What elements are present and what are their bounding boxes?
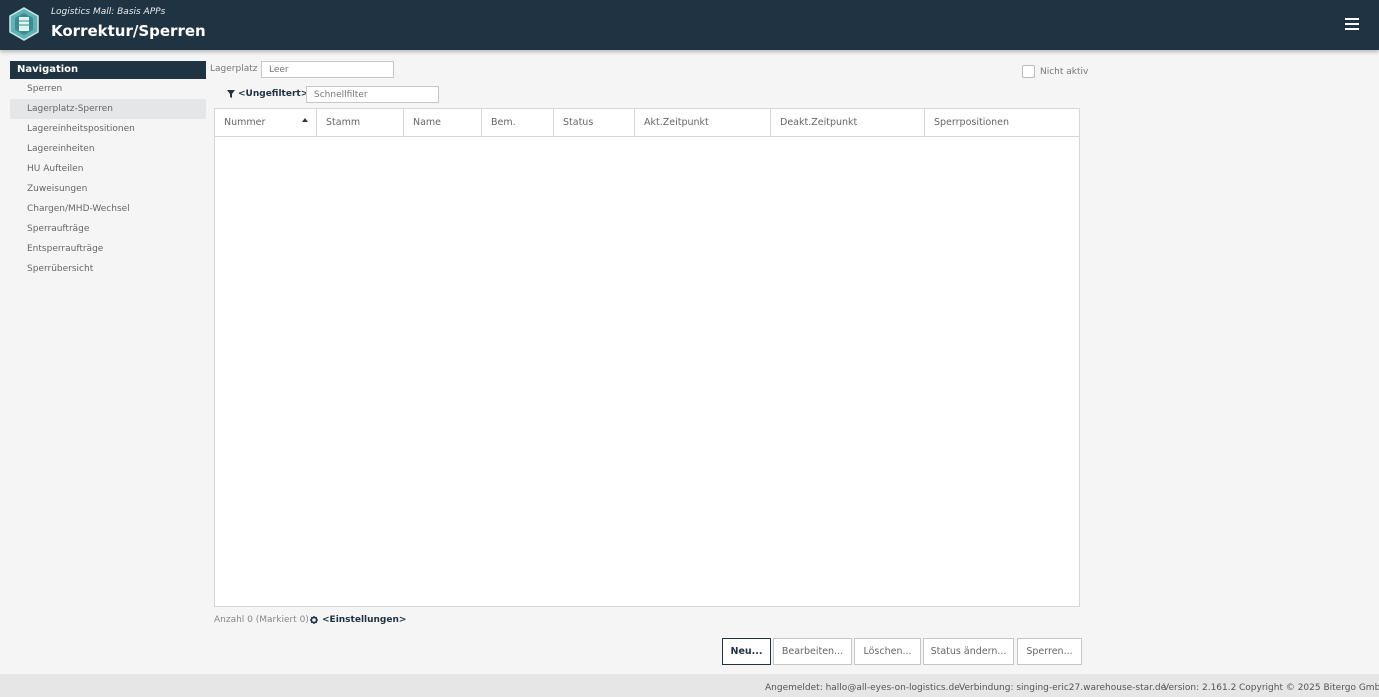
column-label: Status <box>563 117 594 128</box>
grid-header-row: Nummer Stamm Name Bem. Status Akt.Zeitpu… <box>215 109 1079 137</box>
footer-version: Version: 2.161.2 <box>1163 683 1237 693</box>
edit-button[interactable]: Bearbeiten... <box>773 638 852 665</box>
lock-button[interactable]: Sperren... <box>1017 638 1082 665</box>
app-header: Logistics Mall: Basis APPs Korrektur/Spe… <box>0 0 1379 50</box>
footer-copyright: Copyright © 2025 Bitergo GmbH <box>1239 683 1379 693</box>
column-header-nummer[interactable]: Nummer <box>215 109 317 136</box>
column-header-sperrpositionen[interactable]: Sperrpositionen <box>925 109 1079 136</box>
hamburger-menu-icon[interactable] <box>1345 18 1359 30</box>
record-count: Anzahl 0 (Markiert 0) <box>214 615 309 625</box>
nav-item-sperrauftraege[interactable]: Sperraufträge <box>10 219 206 239</box>
sidebar-navigation: Navigation Sperren Lagerplatz-Sperren La… <box>10 61 206 279</box>
new-button[interactable]: Neu... <box>722 638 771 665</box>
lagerplatz-label: Lagerplatz <box>210 64 258 74</box>
app-logo-icon <box>9 7 39 41</box>
footer-logged-in-user: Angemeldet: hallo@all-eyes-on-logistics.… <box>765 683 960 693</box>
column-header-bem[interactable]: Bem. <box>482 109 554 136</box>
footer-connection: Verbindung: singing-eric27.warehouse-sta… <box>959 683 1167 693</box>
delete-button[interactable]: Löschen... <box>854 638 921 665</box>
nav-item-lagereinheiten[interactable]: Lagereinheiten <box>10 139 206 159</box>
column-label: Deakt.Zeitpunkt <box>780 117 858 128</box>
data-grid: Nummer Stamm Name Bem. Status Akt.Zeitpu… <box>214 108 1080 607</box>
column-header-stamm[interactable]: Stamm <box>317 109 404 136</box>
grid-body <box>215 137 1079 607</box>
nav-item-sperruebersicht[interactable]: Sperrübersicht <box>10 259 206 279</box>
change-status-button[interactable]: Status ändern... <box>923 638 1014 665</box>
nav-item-chargen-mhd-wechsel[interactable]: Chargen/MHD-Wechsel <box>10 199 206 219</box>
column-label: Sperrpositionen <box>934 117 1010 128</box>
schnellfilter-input[interactable] <box>306 86 439 103</box>
filter-funnel-icon <box>227 90 235 98</box>
settings-link[interactable]: <Einstellungen> <box>310 615 406 625</box>
column-header-deakt-zeitpunkt[interactable]: Deakt.Zeitpunkt <box>771 109 925 136</box>
status-footer: Angemeldet: hallo@all-eyes-on-logistics.… <box>0 674 1379 697</box>
nav-item-lagereinheitspositionen[interactable]: Lagereinheitspositionen <box>10 119 206 139</box>
settings-label: <Einstellungen> <box>322 615 407 625</box>
nicht-aktiv-option: Nicht aktiv <box>1022 65 1088 78</box>
lagerplatz-input[interactable] <box>261 61 394 78</box>
column-label: Nummer <box>224 117 266 128</box>
gear-icon <box>310 616 318 624</box>
column-header-name[interactable]: Name <box>404 109 482 136</box>
app-subtitle: Logistics Mall: Basis APPs <box>51 7 166 17</box>
nav-item-entsperrauftraege[interactable]: Entsperraufträge <box>10 239 206 259</box>
page-title: Korrektur/Sperren <box>51 22 206 40</box>
nicht-aktiv-label: Nicht aktiv <box>1040 66 1089 77</box>
column-label: Akt.Zeitpunkt <box>644 117 709 128</box>
column-label: Stamm <box>326 117 361 128</box>
column-label: Bem. <box>491 117 516 128</box>
ungefiltert-label: <Ungefiltert> <box>238 89 309 99</box>
filter-toggle[interactable]: <Ungefiltert> <box>227 89 308 99</box>
nav-item-sperren[interactable]: Sperren <box>10 79 206 99</box>
nav-item-lagerplatz-sperren[interactable]: Lagerplatz-Sperren <box>10 99 206 119</box>
navigation-header: Navigation <box>10 61 206 79</box>
nav-item-zuweisungen[interactable]: Zuweisungen <box>10 179 206 199</box>
column-label: Name <box>413 117 442 128</box>
column-header-status[interactable]: Status <box>554 109 635 136</box>
nicht-aktiv-checkbox[interactable] <box>1022 65 1035 78</box>
nav-item-hu-aufteilen[interactable]: HU Aufteilen <box>10 159 206 179</box>
sort-ascending-icon <box>302 118 308 122</box>
column-header-akt-zeitpunkt[interactable]: Akt.Zeitpunkt <box>635 109 771 136</box>
